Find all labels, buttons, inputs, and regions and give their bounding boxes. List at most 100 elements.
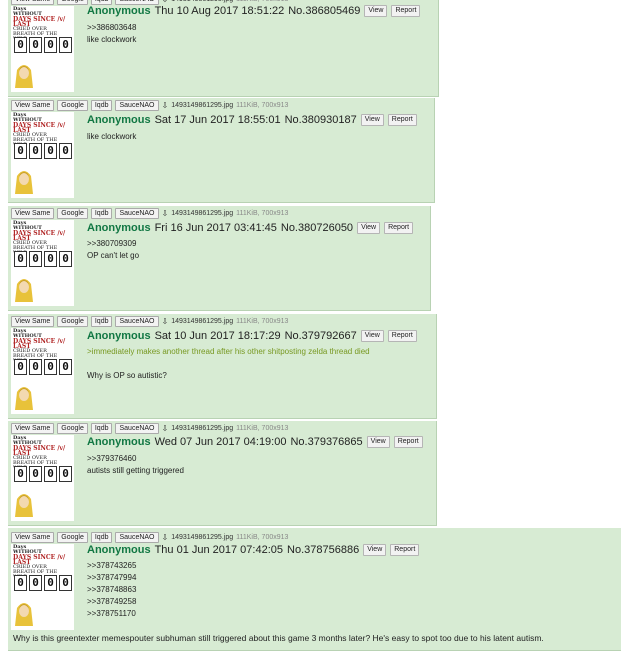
quote-link[interactable]: >>378747994 — [87, 572, 136, 584]
view-button[interactable]: View — [364, 5, 388, 17]
view-button[interactable]: View — [360, 330, 384, 342]
view-button[interactable]: View — [360, 114, 384, 126]
google-button[interactable]: Google — [57, 208, 88, 219]
post-number-link[interactable]: No.379792667 — [285, 330, 357, 342]
file-meta: 111KiB, 700x913 — [236, 102, 289, 109]
post-meta: Anonymous Sat 10 Jun 2017 18:17:29 No.37… — [87, 330, 417, 342]
character-figure — [15, 279, 33, 302]
quote-link[interactable]: >>378743265 — [87, 560, 136, 572]
google-button[interactable]: Google — [57, 423, 88, 434]
quote-link[interactable]: >>386803648 — [87, 22, 136, 34]
view-same-button[interactable]: View Same — [11, 316, 55, 327]
post-header: View Same Google Iqdb SauceNAO ⇩ 1493149… — [11, 100, 288, 111]
post-text: autists still getting triggered — [87, 466, 184, 475]
saucenao-button[interactable]: SauceNAO — [115, 100, 159, 111]
post-thumbnail[interactable]: Days WITHOUT DAYS SINCE /v/ LAST CRIED O… — [11, 544, 74, 630]
view-button[interactable]: View — [357, 222, 381, 234]
post-number-link[interactable]: No.379376865 — [290, 436, 362, 448]
saucenao-button[interactable]: SauceNAO — [115, 208, 159, 219]
post-datetime: Wed 07 Jun 2017 04:19:00 — [154, 436, 287, 448]
iqdb-button[interactable]: Iqdb — [90, 100, 113, 111]
post-text: Why is OP so autistic? — [87, 371, 167, 380]
file-name-link[interactable]: 1493149861295.jpg — [171, 102, 233, 109]
file-name-link[interactable]: 1493149861295.jpg — [171, 210, 233, 217]
report-button[interactable]: Report — [387, 114, 417, 126]
file-name-link[interactable]: 1493149861295.jpg — [171, 534, 233, 541]
post-number-link[interactable]: No.380930187 — [285, 114, 357, 126]
post-body: >immediately makes another thread after … — [87, 346, 370, 382]
google-button[interactable]: Google — [57, 0, 88, 5]
quote-link[interactable]: >>378749258 — [87, 596, 136, 608]
file-meta: 111KiB, 700x913 — [236, 534, 289, 541]
view-same-button[interactable]: View Same — [11, 208, 55, 219]
post: View Same Google Iqdb SauceNAO ⇩ 1493149… — [8, 0, 439, 97]
post: View Same Google Iqdb SauceNAO ⇩ 1493149… — [8, 206, 431, 311]
report-button[interactable]: Report — [384, 222, 414, 234]
post-number-link[interactable]: No.380726050 — [281, 222, 353, 234]
view-same-button[interactable]: View Same — [11, 532, 55, 543]
iqdb-button[interactable]: Iqdb — [90, 316, 113, 327]
report-button[interactable]: Report — [390, 544, 420, 556]
day-counter: 0 0 0 0 — [14, 37, 72, 53]
file-meta: 111KiB, 700x913 — [236, 210, 289, 217]
post: View Same Google Iqdb SauceNAO ⇩ 1493149… — [8, 314, 437, 419]
quote-link[interactable]: >>379376460 — [87, 453, 184, 465]
post-meta: Anonymous Wed 07 Jun 2017 04:19:00 No.37… — [87, 436, 423, 448]
post-datetime: Sat 17 Jun 2017 18:55:01 — [154, 114, 281, 126]
post-meta: Anonymous Fri 16 Jun 2017 03:41:45 No.38… — [87, 222, 414, 234]
post-body: >>378743265 >>378747994 >>378748863 >>37… — [87, 560, 136, 620]
saucenao-button[interactable]: SauceNAO — [115, 423, 159, 434]
google-button[interactable]: Google — [57, 100, 88, 111]
post-body: >>386803648 like clockwork — [87, 22, 136, 46]
post-header: View Same Google Iqdb SauceNAO ⇩ 1493149… — [11, 316, 288, 327]
post-thumbnail[interactable]: Days WITHOUT DAYS SINCE /v/ LAST CRIED O… — [11, 220, 74, 306]
post-number-link[interactable]: No.386805469 — [288, 5, 360, 17]
download-icon[interactable]: ⇩ — [162, 0, 169, 4]
quote-link[interactable]: >>380709309 — [87, 238, 139, 250]
report-button[interactable]: Report — [391, 5, 421, 17]
post-thumbnail[interactable]: Days WITHOUT DAYS SINCE /v/ LAST CRIED O… — [11, 6, 74, 92]
iqdb-button[interactable]: Iqdb — [90, 532, 113, 543]
character-figure — [15, 494, 33, 517]
post-thumbnail[interactable]: Days WITHOUT DAYS SINCE /v/ LAST CRIED O… — [11, 435, 74, 521]
iqdb-button[interactable]: Iqdb — [90, 208, 113, 219]
day-counter: 0 0 0 0 — [14, 251, 72, 267]
saucenao-button[interactable]: SauceNAO — [115, 532, 159, 543]
download-icon[interactable]: ⇩ — [162, 533, 169, 542]
iqdb-button[interactable]: Iqdb — [90, 423, 113, 434]
day-counter: 0 0 0 0 — [14, 466, 72, 482]
google-button[interactable]: Google — [57, 316, 88, 327]
report-button[interactable]: Report — [387, 330, 417, 342]
view-same-button[interactable]: View Same — [11, 100, 55, 111]
download-icon[interactable]: ⇩ — [162, 424, 169, 433]
file-name-link[interactable]: 1493149861295.jpg — [171, 0, 233, 3]
download-icon[interactable]: ⇩ — [162, 317, 169, 326]
post-text: OP can't let go — [87, 251, 140, 260]
view-same-button[interactable]: View Same — [11, 423, 55, 434]
quote-link[interactable]: >>378751170 — [87, 608, 136, 620]
post-body: >>380709309 OP can't let go — [87, 238, 139, 262]
download-icon[interactable]: ⇩ — [162, 209, 169, 218]
quote-link[interactable]: >>378748863 — [87, 584, 136, 596]
post-thumbnail[interactable]: Days WITHOUT DAYS SINCE /v/ LAST CRIED O… — [11, 112, 74, 198]
poster-name: Anonymous — [87, 5, 151, 17]
view-same-button[interactable]: View Same — [11, 0, 55, 5]
post-body: like clockwork — [87, 131, 136, 143]
character-figure — [15, 171, 33, 194]
file-name-link[interactable]: 1493149861295.jpg — [171, 318, 233, 325]
post-text: Why is this greentexter memespouter subh… — [13, 633, 544, 643]
view-button[interactable]: View — [363, 544, 387, 556]
character-figure — [15, 603, 33, 626]
download-icon[interactable]: ⇩ — [162, 101, 169, 110]
report-button[interactable]: Report — [393, 436, 423, 448]
poster-name: Anonymous — [87, 114, 151, 126]
post-datetime: Thu 10 Aug 2017 18:51:22 — [154, 5, 285, 17]
saucenao-button[interactable]: SauceNAO — [115, 316, 159, 327]
google-button[interactable]: Google — [57, 532, 88, 543]
post-number-link[interactable]: No.378756886 — [287, 544, 359, 556]
poster-name: Anonymous — [87, 330, 151, 342]
poster-name: Anonymous — [87, 222, 151, 234]
view-button[interactable]: View — [366, 436, 390, 448]
post-thumbnail[interactable]: Days WITHOUT DAYS SINCE /v/ LAST CRIED O… — [11, 328, 74, 414]
file-name-link[interactable]: 1493149861295.jpg — [171, 425, 233, 432]
